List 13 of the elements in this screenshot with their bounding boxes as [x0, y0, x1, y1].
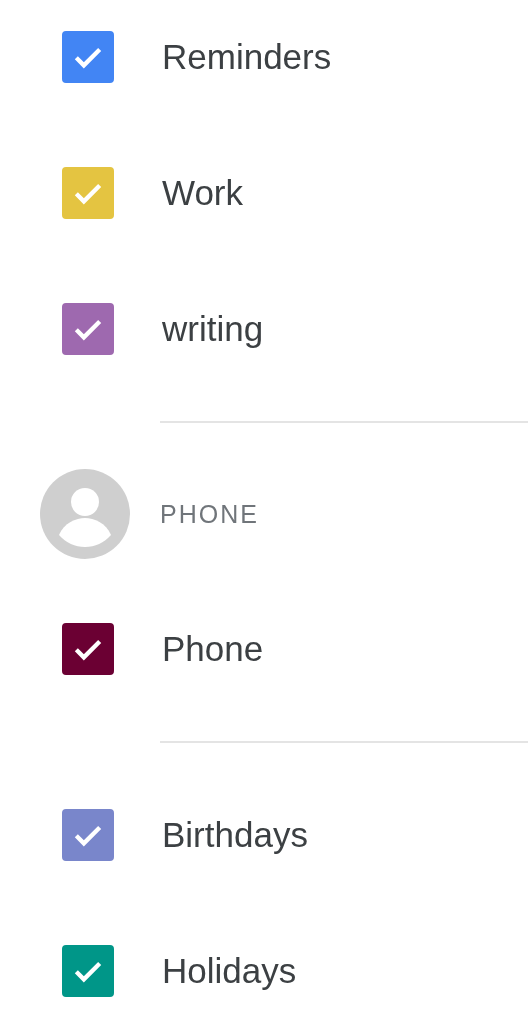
calendar-name[interactable]: Phone	[162, 629, 264, 669]
checkbox[interactable]	[62, 303, 114, 355]
checkbox[interactable]	[62, 31, 114, 83]
calendar-name[interactable]: writing	[162, 309, 264, 349]
calendar-name[interactable]: Reminders	[162, 37, 332, 77]
checkbox[interactable]	[62, 809, 114, 861]
calendar-name[interactable]: Birthdays	[162, 815, 308, 855]
checkbox[interactable]	[62, 945, 114, 997]
checkbox[interactable]	[62, 623, 114, 675]
calendar-name[interactable]: Work	[162, 173, 244, 213]
calendar-name[interactable]: Holidays	[162, 951, 297, 991]
avatar-icon	[40, 469, 130, 559]
account-heading: PHONE	[160, 499, 259, 529]
